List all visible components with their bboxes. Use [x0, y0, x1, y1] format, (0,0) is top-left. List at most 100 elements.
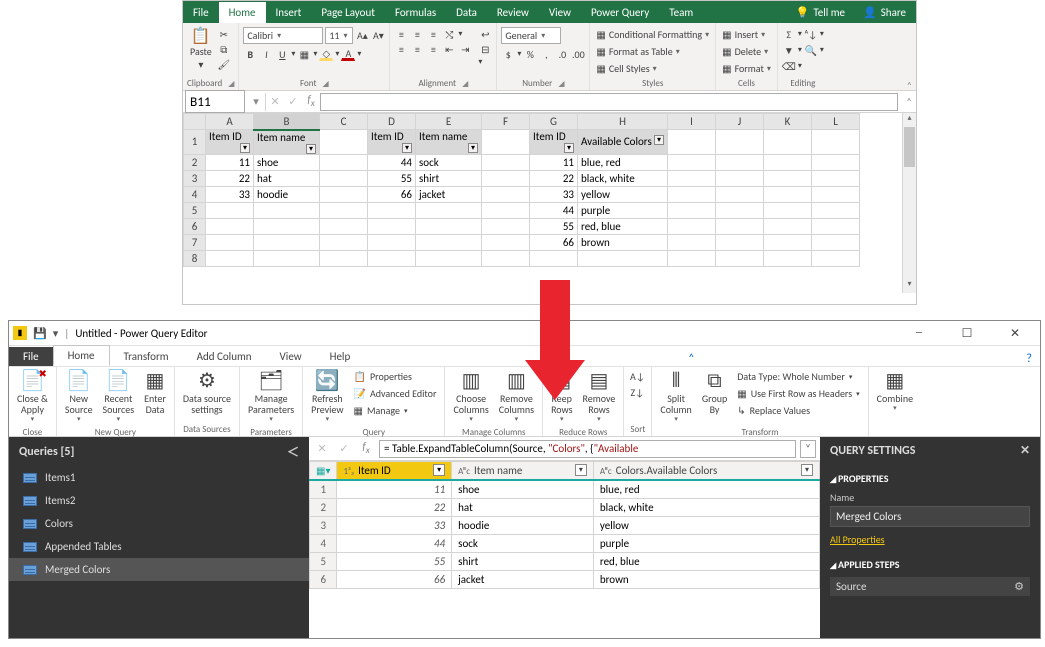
cell[interactable]: [254, 218, 320, 234]
tell-me[interactable]: 💡Tell me: [788, 6, 853, 19]
query-name-input[interactable]: [830, 506, 1030, 527]
cell[interactable]: jacket: [452, 571, 594, 589]
new-source-button[interactable]: 📄New Source▾: [63, 369, 95, 425]
comma-format-button[interactable]: ,: [539, 47, 553, 61]
filter-dropdown-icon[interactable]: ▾: [402, 143, 412, 153]
cell[interactable]: 22: [337, 499, 452, 517]
cell[interactable]: [668, 186, 716, 202]
cell[interactable]: 44: [337, 535, 452, 553]
fill-button[interactable]: ▼: [782, 43, 796, 57]
filter-dropdown-icon[interactable]: ▾: [240, 143, 250, 153]
fx-button[interactable]: fx: [302, 93, 320, 109]
cell[interactable]: shoe: [254, 154, 320, 170]
formula-bar[interactable]: [320, 93, 898, 111]
close-apply-button[interactable]: 📄✖Close & Apply▾: [15, 369, 50, 425]
cell[interactable]: 55: [337, 553, 452, 571]
sort-asc-button[interactable]: A↓: [630, 369, 644, 383]
cell[interactable]: [716, 170, 764, 186]
minimize-button[interactable]: ─: [904, 326, 934, 341]
qat-dropdown-icon[interactable]: ▾: [53, 327, 59, 340]
split-column-button[interactable]: ⫴Split Column▾: [658, 369, 693, 425]
gear-icon[interactable]: ⚙: [1014, 580, 1024, 593]
row-index[interactable]: 2: [310, 499, 337, 517]
cell[interactable]: [668, 202, 716, 218]
cell[interactable]: [716, 250, 764, 266]
fill-color-button[interactable]: ◇: [319, 47, 333, 61]
column-header[interactable]: C: [320, 114, 368, 130]
tab-insert[interactable]: Insert: [266, 2, 312, 23]
cell[interactable]: [320, 186, 368, 202]
table-corner[interactable]: ▦▾: [310, 462, 337, 481]
cell[interactable]: [530, 250, 578, 266]
cell[interactable]: black, white: [593, 499, 819, 517]
cell[interactable]: [206, 250, 254, 266]
cell[interactable]: [812, 234, 860, 250]
cell[interactable]: [254, 234, 320, 250]
cell[interactable]: [812, 130, 860, 155]
find-select-button[interactable]: 🔍: [804, 43, 818, 57]
collapse-pane-button[interactable]: ＜: [287, 443, 299, 460]
cell[interactable]: 66: [337, 571, 452, 589]
decrease-indent-button[interactable]: ⇤: [442, 42, 456, 56]
wrap-text-button[interactable]: ↩: [478, 27, 492, 41]
bold-button[interactable]: B: [243, 47, 257, 61]
scrollbar-thumb[interactable]: [904, 127, 915, 167]
pq-formula-bar[interactable]: = Table.ExpandTableColumn(Source, "Color…: [379, 440, 796, 458]
cell[interactable]: [764, 250, 812, 266]
cell[interactable]: [812, 186, 860, 202]
increase-font-button[interactable]: A▴: [355, 29, 369, 43]
replace-values-button[interactable]: ↳Replace Values: [735, 403, 861, 418]
dialog-launcher-icon[interactable]: ◢: [462, 79, 468, 89]
cell[interactable]: [764, 202, 812, 218]
filter-dropdown-icon[interactable]: ▾: [306, 144, 316, 154]
pq-tab-home[interactable]: Home: [53, 345, 110, 366]
cell[interactable]: [206, 234, 254, 250]
cell[interactable]: [668, 234, 716, 250]
cell[interactable]: [716, 202, 764, 218]
cell[interactable]: [764, 170, 812, 186]
cell[interactable]: [206, 218, 254, 234]
cell[interactable]: [716, 218, 764, 234]
cell[interactable]: brown: [593, 571, 819, 589]
cell[interactable]: 33: [337, 517, 452, 535]
row-header[interactable]: 3: [184, 170, 206, 186]
pq-formula-dropdown-button[interactable]: ˅: [800, 440, 816, 458]
cell[interactable]: [254, 250, 320, 266]
cell[interactable]: shirt: [452, 553, 594, 571]
cell[interactable]: [320, 130, 368, 155]
collapse-ribbon-button[interactable]: ˄: [907, 79, 912, 92]
cell[interactable]: [416, 250, 482, 266]
cell[interactable]: purple: [578, 202, 668, 218]
align-middle-button[interactable]: ≡: [410, 27, 424, 41]
cell[interactable]: Item name▾: [416, 130, 482, 155]
tab-file[interactable]: File: [183, 2, 219, 23]
cell[interactable]: [764, 130, 812, 155]
column-header[interactable]: E: [416, 114, 482, 130]
tab-page-layout[interactable]: Page Layout: [311, 2, 385, 23]
cell[interactable]: 55: [368, 170, 416, 186]
cell[interactable]: red, blue: [578, 218, 668, 234]
row-index[interactable]: 4: [310, 535, 337, 553]
cell[interactable]: [812, 218, 860, 234]
cell[interactable]: [320, 250, 368, 266]
cell[interactable]: 11: [206, 154, 254, 170]
tab-power-query[interactable]: Power Query: [581, 2, 659, 23]
cell[interactable]: [812, 202, 860, 218]
cell[interactable]: brown: [578, 234, 668, 250]
pq-tab-file[interactable]: File: [9, 347, 53, 366]
row-index[interactable]: 3: [310, 517, 337, 535]
cell[interactable]: [416, 218, 482, 234]
font-name-combo[interactable]: Calibri▾: [243, 27, 323, 44]
row-header[interactable]: 1: [184, 130, 206, 155]
pq-cancel-button[interactable]: ✕: [313, 442, 331, 455]
dialog-launcher-icon[interactable]: ◢: [228, 79, 234, 89]
column-header[interactable]: D: [368, 114, 416, 130]
refresh-preview-button[interactable]: 🔄Refresh Preview▾: [309, 369, 345, 425]
tab-team[interactable]: Team: [659, 2, 703, 23]
filter-dropdown-icon[interactable]: ▾: [575, 464, 587, 476]
clear-button[interactable]: ⌫: [782, 59, 796, 73]
cell[interactable]: [320, 202, 368, 218]
worksheet-grid[interactable]: ABCDEFGHIJKL1Item ID▾Item name▾Item ID▾I…: [183, 113, 916, 293]
name-box[interactable]: [185, 90, 245, 113]
increase-decimal-button[interactable]: .0: [555, 47, 569, 61]
